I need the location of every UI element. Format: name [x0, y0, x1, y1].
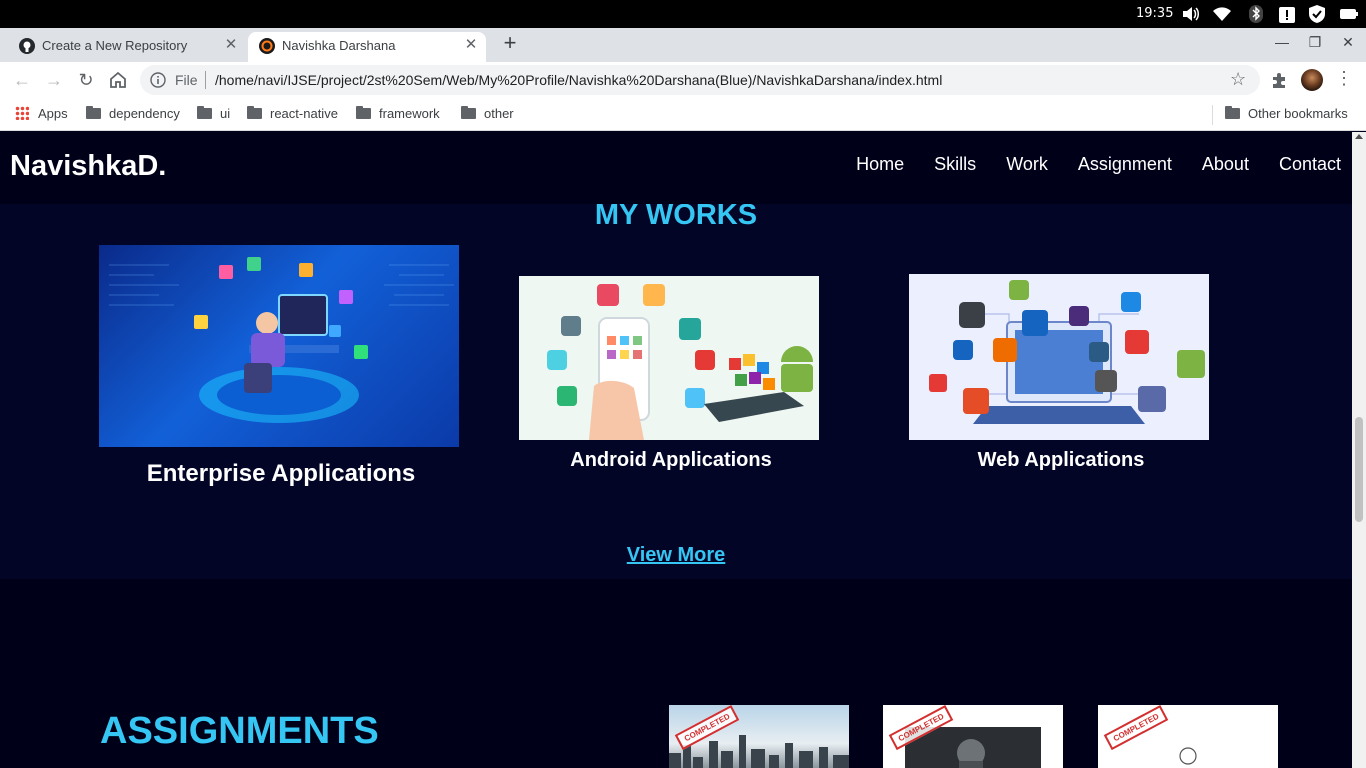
bookmark-folder-other[interactable]: other — [461, 106, 514, 121]
assignment-card-2[interactable]: COMPLETED — [883, 705, 1063, 768]
github-icon — [19, 38, 35, 54]
scheme-label: File — [175, 72, 198, 88]
enterprise-applications-image[interactable] — [99, 245, 459, 447]
volume-icon[interactable] — [1181, 5, 1201, 23]
site-brand-logo[interactable]: NavishkaD. — [10, 150, 166, 183]
bookmark-star-icon[interactable]: ☆ — [1230, 69, 1246, 90]
bookmarks-divider — [1212, 105, 1213, 125]
site-navbar: NavishkaD. Home Skills Work Assignment A… — [0, 132, 1352, 204]
bookmark-folder-ui[interactable]: ui — [197, 106, 230, 121]
address-separator — [205, 71, 206, 89]
bookmark-folder-react-native[interactable]: react-native — [247, 106, 338, 121]
bookmark-label: react-native — [270, 106, 338, 121]
tab-title: Create a New Repository — [42, 38, 188, 53]
folder-icon — [356, 106, 371, 119]
assignment-card-1[interactable]: COMPLETED — [669, 705, 849, 768]
bookmark-label: other — [484, 106, 514, 121]
web-technologies-illustration-icon — [929, 280, 1205, 424]
bookmark-label: framework — [379, 106, 440, 121]
bookmark-folder-framework[interactable]: framework — [356, 106, 440, 121]
browser-menu-icon[interactable]: ⋮ — [1335, 68, 1353, 89]
nav-link-about[interactable]: About — [1202, 154, 1249, 175]
bluetooth-icon[interactable] — [1246, 5, 1266, 23]
nav-link-contact[interactable]: Contact — [1279, 154, 1341, 175]
close-tab-icon[interactable]: ✕ — [462, 35, 480, 53]
folder-icon — [197, 106, 212, 119]
url-text[interactable]: /home/navi/IJSE/project/2st%20Sem/Web/My… — [215, 72, 942, 88]
bookmark-folder-dependency[interactable]: dependency — [86, 106, 180, 121]
nav-link-work[interactable]: Work — [1006, 154, 1048, 175]
wifi-icon[interactable] — [1212, 5, 1232, 23]
site-nav-links: Home Skills Work Assignment About Contac… — [856, 154, 1341, 175]
scroll-thumb[interactable] — [1355, 417, 1363, 522]
browser-tab-strip: Create a New Repository ✕ Navishka Darsh… — [0, 28, 1366, 62]
apps-grid-icon — [15, 106, 29, 120]
restore-icon[interactable]: ❐ — [1305, 34, 1325, 54]
view-more-container: View More — [0, 544, 1352, 567]
folder-icon — [461, 106, 476, 119]
my-works-section: MY WORKS Enterprise Applications Android… — [0, 197, 1352, 579]
work-label-web: Web Applications — [977, 449, 1145, 471]
folder-icon — [247, 106, 262, 119]
system-clock: 19:35 — [1136, 6, 1174, 21]
bookmark-label: ui — [220, 106, 231, 121]
site-favicon-icon — [259, 38, 275, 54]
notification-icon[interactable] — [1277, 5, 1297, 23]
close-tab-icon[interactable]: ✕ — [222, 35, 240, 53]
page-scrollbar[interactable] — [1352, 132, 1366, 768]
address-bar[interactable]: File /home/navi/IJSE/project/2st%20Sem/W… — [140, 65, 1260, 95]
tab-title: Navishka Darshana — [282, 38, 396, 53]
browser-toolbar: ← → ↻ File /home/navi/IJSE/project/2st%2… — [0, 62, 1366, 99]
nav-link-skills[interactable]: Skills — [934, 154, 976, 175]
back-button[interactable]: ← — [10, 68, 34, 92]
assignment-card-3[interactable]: COMPLETED — [1098, 705, 1278, 768]
forward-button[interactable]: → — [42, 68, 66, 92]
tab-create-repository[interactable]: Create a New Repository ✕ — [8, 32, 246, 62]
home-icon[interactable] — [106, 68, 130, 92]
web-applications-image[interactable] — [909, 274, 1209, 440]
page-viewport: MY WORKS Enterprise Applications Android… — [0, 132, 1352, 768]
folder-icon — [86, 106, 101, 119]
developer-illustration-icon — [109, 257, 454, 423]
close-window-icon[interactable]: ✕ — [1338, 34, 1358, 54]
bookmark-label: dependency — [109, 106, 180, 121]
assignments-section-title: ASSIGNMENTS — [100, 710, 379, 752]
work-label-enterprise: Enterprise Applications — [146, 460, 416, 487]
bookmark-other-bookmarks[interactable]: Other bookmarks — [1225, 106, 1348, 121]
new-tab-button[interactable]: + — [498, 32, 522, 56]
shield-icon[interactable] — [1307, 5, 1327, 23]
bookmark-label: Other bookmarks — [1248, 106, 1348, 121]
work-label-android: Android Applications — [570, 449, 772, 471]
os-top-bar: 19:35 — [0, 0, 1366, 28]
extensions-puzzle-icon[interactable] — [1270, 70, 1290, 90]
bookmark-label: Apps — [38, 106, 68, 121]
android-applications-image[interactable] — [519, 276, 819, 440]
bookmark-apps[interactable]: Apps — [15, 106, 68, 121]
view-more-link[interactable]: View More — [627, 544, 726, 566]
scroll-up-arrow-icon[interactable] — [1355, 134, 1363, 139]
tab-navishka-darshana[interactable]: Navishka Darshana ✕ — [248, 32, 486, 62]
nav-link-assignment[interactable]: Assignment — [1078, 154, 1172, 175]
info-icon[interactable] — [150, 72, 166, 88]
reload-button[interactable]: ↻ — [74, 68, 98, 92]
minimize-icon[interactable]: — — [1272, 34, 1292, 54]
profile-avatar[interactable] — [1301, 69, 1323, 91]
nav-link-home[interactable]: Home — [856, 154, 904, 175]
battery-icon[interactable] — [1339, 5, 1359, 23]
folder-icon — [1225, 106, 1240, 119]
bookmarks-bar: Apps dependency ui react-native framewor… — [0, 99, 1366, 131]
mobile-apps-illustration-icon — [547, 284, 813, 440]
